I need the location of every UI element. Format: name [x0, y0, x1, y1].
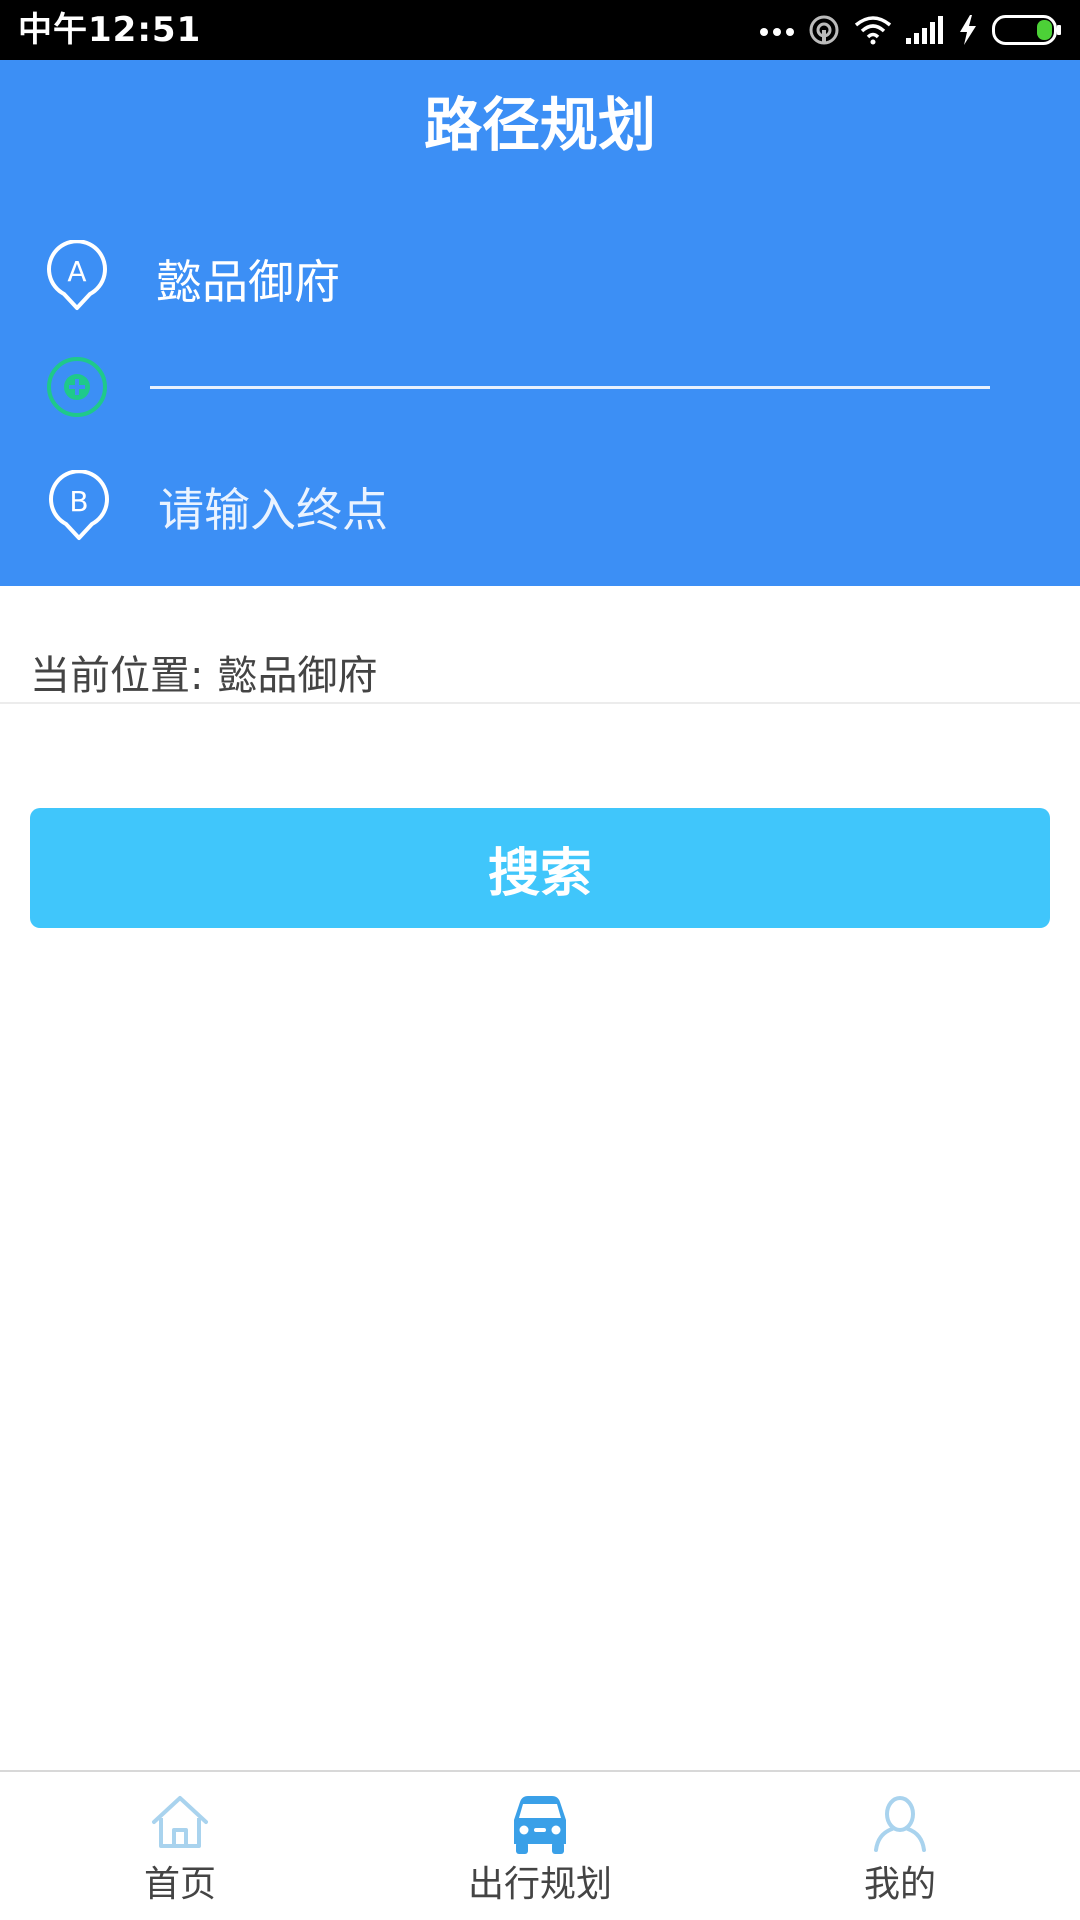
nav-label-mine: 我的 [863, 1864, 936, 1905]
start-point-input[interactable]: 懿品御府 [156, 252, 956, 312]
search-button[interactable]: 搜索 [30, 808, 1050, 928]
nav-item-home[interactable]: 首页 [0, 1772, 360, 1920]
page-title: 路径规划 [423, 91, 656, 159]
nav-label-travel-planning: 出行规划 [467, 1864, 612, 1905]
wifi-icon [854, 16, 892, 45]
battery-icon [992, 15, 1061, 45]
svg-text:B: B [69, 485, 88, 518]
route-planning-header: 路径规划 A 懿品御府 B 请输入终点 [0, 60, 1080, 586]
current-location-label: 当前位置: [30, 653, 204, 699]
nav-item-travel-planning[interactable]: 出行规划 [360, 1772, 720, 1920]
current-location-value: 懿品御府 [217, 653, 378, 699]
end-marker-b-icon: B [49, 470, 109, 540]
nav-label-home: 首页 [143, 1864, 216, 1905]
car-icon [514, 1796, 566, 1854]
bottom-nav: 首页 出行规划 我的 [0, 1770, 1080, 1920]
status-time: 中午12:51 [18, 10, 202, 50]
route-divider [150, 386, 990, 389]
hotspot-icon [809, 15, 839, 45]
app-root: 中午12:51 路径规划 A 懿品御府 B 请输入终点 当前位置: 懿品御府 搜… [0, 0, 1080, 1920]
more-dots-icon [760, 28, 794, 36]
charging-icon [960, 15, 976, 45]
user-icon [874, 1796, 926, 1852]
svg-text:A: A [67, 255, 86, 288]
start-marker-a-icon: A [47, 240, 107, 310]
end-point-input[interactable]: 请输入终点 [158, 480, 958, 540]
home-icon [152, 1796, 208, 1848]
add-waypoint-icon[interactable] [46, 356, 108, 418]
status-icons [760, 0, 1062, 60]
status-bar: 中午12:51 [0, 0, 1080, 60]
location-divider [0, 702, 1080, 704]
nav-item-mine[interactable]: 我的 [720, 1772, 1080, 1920]
current-location: 当前位置: 懿品御府 [30, 646, 377, 706]
signal-icon [906, 16, 943, 44]
